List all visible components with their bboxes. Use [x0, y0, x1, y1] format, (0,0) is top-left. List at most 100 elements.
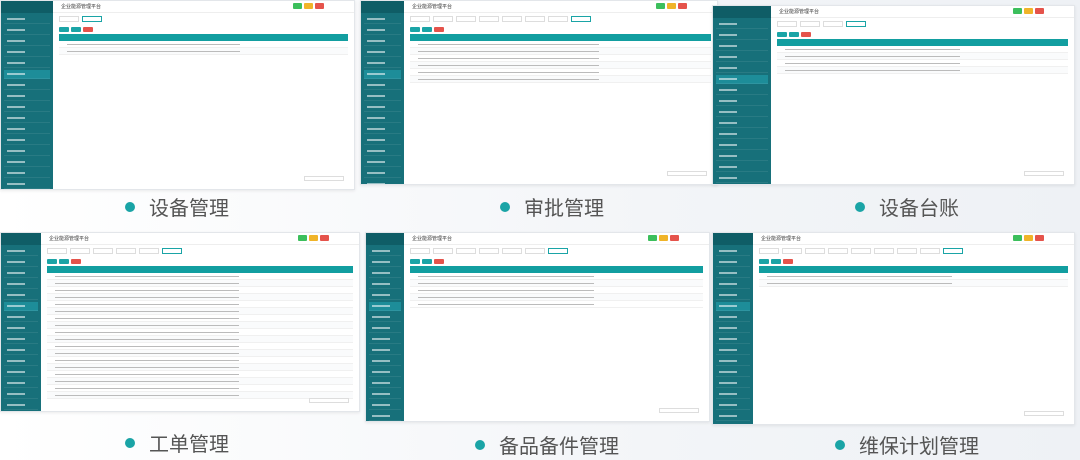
table-row[interactable]: [47, 329, 353, 336]
tab[interactable]: [800, 21, 820, 27]
badge[interactable]: [304, 3, 313, 9]
table-row[interactable]: [47, 322, 353, 329]
sidebar-item[interactable]: [369, 258, 401, 267]
badge[interactable]: [656, 3, 665, 9]
sidebar-item[interactable]: [364, 147, 401, 156]
edit-button[interactable]: [71, 27, 81, 32]
sidebar-item[interactable]: [4, 169, 50, 178]
tab[interactable]: [782, 248, 802, 254]
tab[interactable]: [571, 16, 591, 22]
tab[interactable]: [93, 248, 113, 254]
sidebar-item[interactable]: [4, 180, 50, 189]
sidebar-item[interactable]: [4, 401, 38, 410]
table-row[interactable]: [47, 280, 353, 287]
tab[interactable]: [828, 248, 848, 254]
badge[interactable]: [298, 235, 307, 241]
sidebar-item[interactable]: [716, 280, 750, 289]
delete-button[interactable]: [71, 259, 81, 264]
sidebar-item[interactable]: [4, 280, 38, 289]
table-row[interactable]: [410, 273, 703, 280]
sidebar-item[interactable]: [369, 412, 401, 421]
sidebar-item[interactable]: [4, 313, 38, 322]
tab[interactable]: [82, 16, 102, 22]
sidebar-item[interactable]: [364, 92, 401, 101]
sidebar-item[interactable]: [364, 48, 401, 57]
sidebar-item[interactable]: [716, 130, 768, 139]
tab[interactable]: [874, 248, 894, 254]
badge[interactable]: [1024, 8, 1033, 14]
tab[interactable]: [823, 21, 843, 27]
tab[interactable]: [759, 248, 779, 254]
table-row[interactable]: [59, 41, 348, 48]
sidebar-item[interactable]: [369, 346, 401, 355]
table-row[interactable]: [59, 48, 348, 55]
tab[interactable]: [139, 248, 159, 254]
tab[interactable]: [525, 16, 545, 22]
sidebar-item[interactable]: [716, 412, 750, 421]
sidebar-item[interactable]: [369, 247, 401, 256]
sidebar-item[interactable]: [716, 390, 750, 399]
badge[interactable]: [315, 3, 324, 9]
tab[interactable]: [805, 248, 825, 254]
sidebar-item[interactable]: [4, 92, 50, 101]
badge[interactable]: [1035, 8, 1044, 14]
sidebar-item[interactable]: [369, 401, 401, 410]
pagination[interactable]: [659, 408, 699, 413]
table-row[interactable]: [47, 385, 353, 392]
tab[interactable]: [47, 248, 67, 254]
sidebar-item[interactable]: [369, 368, 401, 377]
badge[interactable]: [659, 235, 668, 241]
delete-button[interactable]: [434, 27, 444, 32]
tab[interactable]: [548, 16, 568, 22]
tab[interactable]: [502, 16, 522, 22]
sidebar-item[interactable]: [716, 86, 768, 95]
tab[interactable]: [456, 248, 476, 254]
sidebar-item[interactable]: [716, 108, 768, 117]
sidebar-item[interactable]: [716, 269, 750, 278]
badge[interactable]: [1035, 235, 1044, 241]
sidebar-item[interactable]: [716, 31, 768, 40]
table-row[interactable]: [410, 55, 711, 62]
sidebar-item[interactable]: [716, 379, 750, 388]
sidebar-item[interactable]: [369, 269, 401, 278]
sidebar-item[interactable]: [4, 247, 38, 256]
sidebar-item[interactable]: [369, 280, 401, 289]
tab[interactable]: [59, 16, 79, 22]
sidebar-item[interactable]: [4, 136, 50, 145]
add-button[interactable]: [777, 32, 787, 37]
badge[interactable]: [648, 235, 657, 241]
add-button[interactable]: [759, 259, 769, 264]
sidebar-item[interactable]: [716, 119, 768, 128]
sidebar-item[interactable]: [364, 81, 401, 90]
badge[interactable]: [1013, 8, 1022, 14]
badge[interactable]: [1024, 235, 1033, 241]
table-row[interactable]: [47, 336, 353, 343]
tab[interactable]: [525, 248, 545, 254]
sidebar-item[interactable]: [716, 163, 768, 172]
table-row[interactable]: [47, 371, 353, 378]
table-row[interactable]: [410, 48, 711, 55]
table-row[interactable]: [410, 41, 711, 48]
sidebar-item[interactable]: [4, 324, 38, 333]
table-row[interactable]: [410, 62, 711, 69]
table-row[interactable]: [47, 308, 353, 315]
table-row[interactable]: [47, 343, 353, 350]
sidebar-item[interactable]: [364, 59, 401, 68]
tab[interactable]: [479, 16, 499, 22]
tab[interactable]: [162, 248, 182, 254]
sidebar-item[interactable]: [716, 152, 768, 161]
sidebar-item[interactable]: [364, 37, 401, 46]
table-row[interactable]: [47, 357, 353, 364]
sidebar-item[interactable]: [369, 302, 401, 311]
sidebar-item[interactable]: [364, 103, 401, 112]
pagination[interactable]: [304, 176, 344, 181]
sidebar-item[interactable]: [4, 59, 50, 68]
sidebar-item[interactable]: [364, 26, 401, 35]
sidebar-item[interactable]: [716, 335, 750, 344]
sidebar-item[interactable]: [716, 313, 750, 322]
table-row[interactable]: [777, 46, 1068, 53]
badge[interactable]: [309, 235, 318, 241]
sidebar-item[interactable]: [364, 125, 401, 134]
sidebar-item[interactable]: [716, 357, 750, 366]
tab[interactable]: [777, 21, 797, 27]
